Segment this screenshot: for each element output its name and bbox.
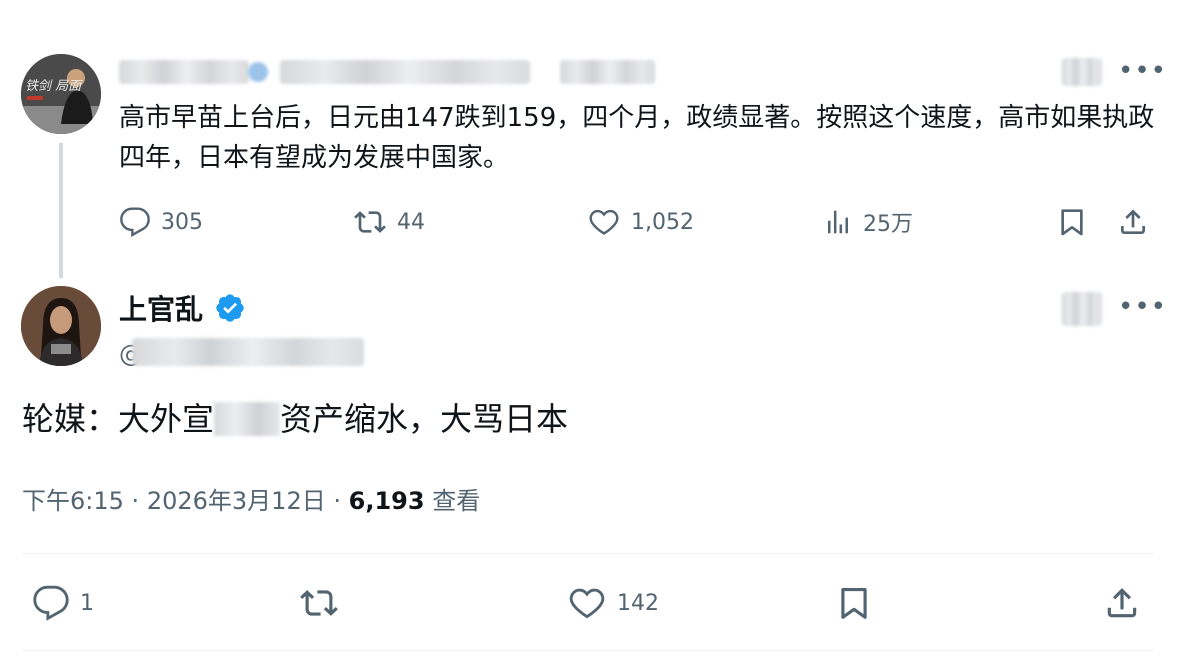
parent-tweet-text: 高市早苗上台后，日元由147跌到159，四个月，政绩显著。按照这个速度，高市如果…	[119, 103, 1155, 173]
reply-button[interactable]: 305	[119, 206, 203, 238]
parent-avatar[interactable]: 铁剑 局面	[21, 54, 101, 134]
share-icon	[1107, 588, 1137, 618]
verified-badge-icon	[214, 292, 246, 328]
reply-count: 305	[161, 209, 203, 235]
main-avatar[interactable]	[21, 286, 101, 366]
parent-avatar-image: 铁剑 局面	[21, 54, 101, 134]
main-share-button[interactable]	[1103, 584, 1141, 622]
more-icon[interactable]: •••	[1118, 58, 1167, 84]
main-display-name[interactable]: 上官乱	[119, 288, 203, 328]
main-handle-redacted	[132, 338, 364, 366]
main-like-count: 142	[617, 590, 659, 616]
repost-button[interactable]: 44	[353, 206, 425, 238]
tweet-views-label: 查看	[432, 487, 481, 515]
tweet-views-count[interactable]: 6,193	[349, 487, 425, 515]
views-icon	[828, 210, 848, 234]
main-avatar-image	[21, 286, 101, 366]
like-count: 1,052	[631, 209, 694, 235]
parent-verified-badge-redacted	[248, 62, 268, 82]
like-icon	[569, 588, 605, 619]
meta-separator: ·	[131, 487, 140, 515]
parent-time-redacted	[560, 60, 655, 84]
like-icon	[589, 209, 619, 235]
more-icon[interactable]: •••	[1118, 294, 1167, 320]
tweet-date[interactable]: 2026年3月12日	[147, 487, 326, 515]
parent-display-name-redacted	[119, 60, 249, 84]
parent-handle-redacted	[280, 60, 530, 84]
views-button[interactable]: 25万	[823, 206, 913, 238]
main-tweet-text-part-1: 轮媒：大外宣	[22, 400, 215, 438]
main-tweet-text-redacted	[214, 402, 281, 436]
meta-separator: ·	[333, 487, 341, 515]
main-reply-button[interactable]: 1	[32, 584, 94, 622]
bookmark-icon	[841, 587, 867, 619]
bookmark-icon	[1061, 209, 1083, 236]
tweet-time[interactable]: 下午6:15	[22, 487, 124, 515]
views-count: 25万	[863, 212, 913, 237]
parent-grok-icon-redacted	[1062, 58, 1102, 86]
share-icon	[1121, 209, 1145, 234]
main-like-button[interactable]: 142	[567, 584, 659, 622]
main-repost-button[interactable]	[298, 584, 350, 622]
main-bookmark-button[interactable]	[835, 584, 873, 622]
reply-icon	[33, 585, 69, 621]
repost-icon	[300, 590, 338, 616]
repost-icon	[354, 211, 386, 233]
bookmark-button[interactable]	[1056, 206, 1088, 238]
main-tweet-text-part-2: 资产缩水，大骂日本	[280, 400, 569, 438]
like-button[interactable]: 1,052	[587, 206, 694, 238]
divider	[22, 553, 1154, 554]
main-reply-count: 1	[80, 590, 94, 616]
avatar-caption: 铁剑 局面	[25, 78, 83, 94]
tweet-meta: 下午6:15 · 2026年3月12日 · 6,193 查看	[22, 481, 480, 516]
main-grok-icon-redacted	[1062, 292, 1102, 326]
share-button[interactable]	[1117, 206, 1149, 238]
thread-connector-line	[59, 143, 63, 278]
main-tweet-text: 轮媒：大外宣 资产缩水，大骂日本	[22, 396, 568, 442]
repost-count: 44	[397, 209, 425, 235]
reply-icon	[120, 207, 150, 237]
divider-bottom	[22, 650, 1154, 651]
